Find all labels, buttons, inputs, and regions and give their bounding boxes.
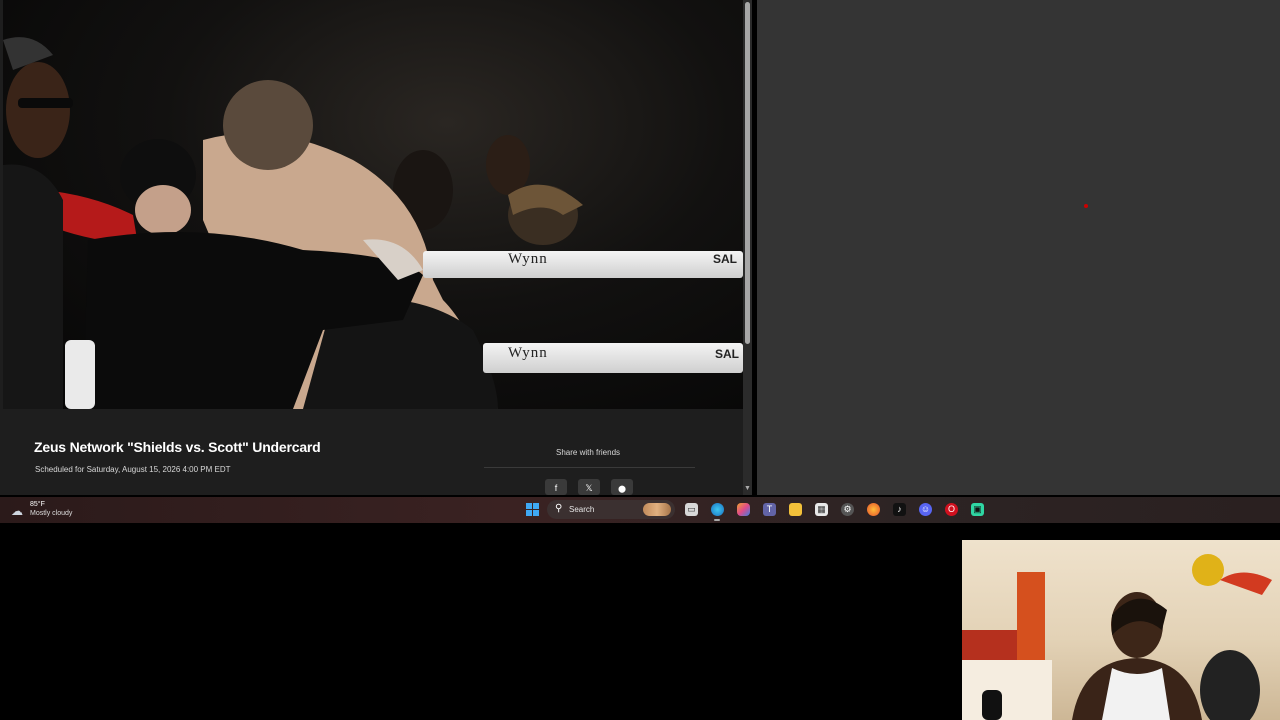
umbrella-decor bbox=[1220, 572, 1272, 595]
x-icon: 𝕏 bbox=[585, 483, 593, 493]
scrollbar-thumb[interactable] bbox=[745, 2, 750, 344]
taskbar-search[interactable]: ⚲ Search bbox=[547, 500, 675, 519]
cursor-marker bbox=[1084, 204, 1088, 208]
microphone bbox=[982, 690, 1002, 720]
share-x-button[interactable]: 𝕏 bbox=[578, 479, 600, 495]
bed bbox=[962, 660, 1052, 720]
windows-logo-tile bbox=[533, 510, 539, 516]
windows-logo-icon bbox=[526, 503, 532, 509]
ring-rope-bottom: Wynn SAL bbox=[483, 343, 743, 373]
settings-icon[interactable]: ⚙ bbox=[841, 503, 854, 516]
streamlabs-icon[interactable]: ▣ bbox=[971, 503, 984, 516]
sunglasses bbox=[18, 98, 73, 108]
crowd-person bbox=[486, 135, 530, 195]
towel bbox=[65, 340, 95, 409]
rope-sponsor-right: SAL bbox=[715, 347, 739, 361]
folder-icon[interactable] bbox=[789, 503, 802, 516]
wall-decor bbox=[1192, 554, 1224, 586]
teams-icon[interactable]: T bbox=[763, 503, 776, 516]
browser-window-right bbox=[757, 0, 1280, 495]
share-facebook-button[interactable]: f bbox=[545, 479, 567, 495]
chair bbox=[1200, 650, 1260, 720]
scrollbar[interactable]: ▼ bbox=[743, 0, 752, 495]
store-icon[interactable]: ▦ bbox=[815, 503, 828, 516]
firefox-icon[interactable] bbox=[867, 503, 880, 516]
video-title: Zeus Network "Shields vs. Scott" Underca… bbox=[34, 439, 321, 455]
facebook-icon: f bbox=[554, 483, 558, 493]
cloud-icon: ☁ bbox=[11, 504, 23, 518]
rope-sponsor-text: Wynn bbox=[508, 251, 548, 267]
reddit-icon: ⬤ bbox=[618, 486, 626, 493]
weather-temperature: 85°F bbox=[30, 501, 45, 508]
start-button[interactable] bbox=[526, 503, 539, 516]
rope-sponsor-right: SAL bbox=[713, 252, 737, 266]
opera-icon[interactable]: O bbox=[945, 503, 958, 516]
orange-curtain bbox=[1017, 572, 1045, 667]
tank-top bbox=[1102, 668, 1170, 720]
search-icon: ⚲ bbox=[555, 503, 563, 514]
browser-window-left: Wynn SAL Wynn SAL Zeus Network "Shields … bbox=[0, 0, 752, 495]
share-label: Share with friends bbox=[556, 448, 621, 457]
active-indicator bbox=[714, 519, 720, 521]
weather-description: Mostly cloudy bbox=[30, 510, 73, 517]
search-highlight-image bbox=[643, 503, 671, 516]
windows-logo-tile bbox=[533, 503, 539, 509]
fighter-head-braids bbox=[223, 80, 313, 170]
spectator-face bbox=[6, 62, 70, 158]
webcam-feed bbox=[962, 554, 1272, 720]
scroll-down-icon[interactable]: ▼ bbox=[744, 485, 751, 492]
edge-icon[interactable] bbox=[711, 503, 724, 516]
webcam-overlay bbox=[962, 540, 1280, 720]
discord-icon[interactable]: ☺ bbox=[919, 503, 932, 516]
windows-taskbar: ☁ 85°F Mostly cloudy ⚲ Search ▭ T ▦ ⚙ ♪ … bbox=[0, 497, 1280, 523]
video-schedule-text: Scheduled for Saturday, August 15, 2026 … bbox=[35, 465, 231, 474]
windows-logo-tile bbox=[526, 510, 532, 516]
video-player[interactable]: Wynn SAL Wynn SAL bbox=[3, 0, 743, 409]
share-reddit-button[interactable]: ⬤ bbox=[611, 479, 633, 495]
rope-sponsor-text: Wynn bbox=[508, 345, 548, 361]
cornerman-neck bbox=[135, 185, 191, 235]
copilot-icon[interactable] bbox=[737, 503, 750, 516]
spectator-body bbox=[3, 164, 63, 409]
file-explorer-icon[interactable]: ▭ bbox=[685, 503, 698, 516]
ring-rope-top: Wynn SAL bbox=[423, 251, 743, 278]
share-divider bbox=[484, 467, 695, 468]
search-label: Search bbox=[569, 505, 595, 514]
tiktok-icon[interactable]: ♪ bbox=[893, 503, 906, 516]
